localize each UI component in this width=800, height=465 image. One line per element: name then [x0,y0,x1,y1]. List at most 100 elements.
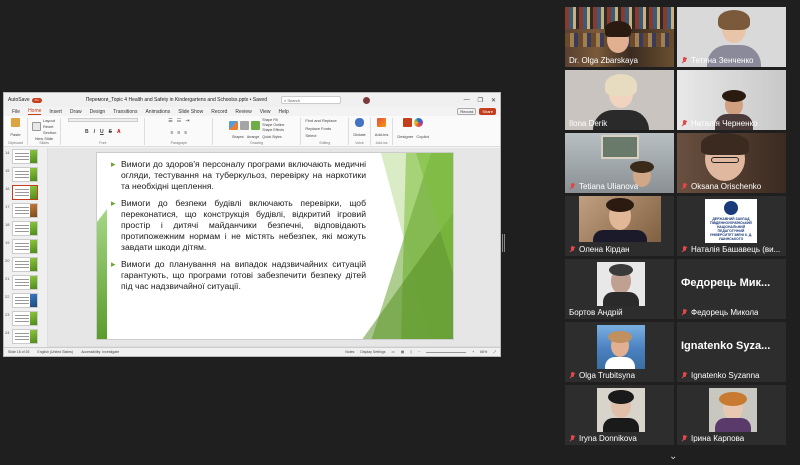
zoom-slider[interactable] [426,351,467,353]
layout-button[interactable]: Layout [43,118,56,123]
slide-thumbnail[interactable] [12,257,38,272]
copilot-icon[interactable] [414,118,424,127]
reset-button[interactable]: Reset [43,124,56,129]
addins-icon[interactable] [377,118,387,127]
tab-home[interactable]: Home [28,108,42,115]
indent-icon[interactable]: ⇥ [185,118,189,124]
chevron-down-icon[interactable]: ⌄ [669,451,677,462]
autosave-control[interactable]: AutoSave On [8,97,42,103]
participant-tile[interactable]: Ірина Карпова [677,385,786,445]
paste-icon[interactable] [10,118,20,127]
slide-thumbnail[interactable] [12,329,38,344]
slide-thumbnail[interactable] [12,239,38,254]
close-button[interactable]: ✕ [491,97,496,104]
justify-icon[interactable]: ≡ [184,130,187,136]
sorter-view-icon[interactable]: ▦ [401,350,404,354]
current-slide[interactable]: Вимоги до здоров'я персоналу програми вк… [96,152,454,340]
select-button[interactable]: Select [305,133,316,138]
quick-styles-label: Quick Styles [262,134,282,139]
tab-draw[interactable]: Draw [70,109,82,115]
bullets-icon[interactable]: ☰ [168,118,172,124]
zoom-in-icon[interactable]: + [472,350,474,354]
slide-thumbnail[interactable] [12,167,38,182]
fit-slide-icon[interactable]: ⤢ [493,350,496,354]
accessibility-indicator[interactable]: Accessibility: Investigate [81,350,119,354]
participant-tile[interactable]: Ignatenko Syza... Ignatenko Syzanna [677,322,786,382]
participant-tile[interactable]: Iryna Donnikova [565,385,674,445]
section-button[interactable]: Section [43,130,56,135]
slide-thumbnail[interactable] [12,293,38,308]
panel-resize-handle[interactable] [502,234,505,252]
participant-tile[interactable]: Dr. Olga Zbarskaya [565,7,674,67]
autosave-toggle[interactable]: On [31,97,42,103]
zoom-out-icon[interactable]: − [418,350,420,354]
font-color-icon[interactable]: A [117,129,121,135]
language-indicator[interactable]: English (United States) [37,350,73,354]
slide-thumbnail[interactable] [12,311,38,326]
record-button[interactable]: Record [457,108,477,115]
slide-thumbnail[interactable] [12,149,38,164]
slide-thumbnails-pane[interactable]: 14 15 16 17 18 19 20 21 22 23 24 [4,148,48,347]
participant-tile[interactable]: Федорець Мик... Федорець Микола [677,259,786,319]
tab-animations[interactable]: Animations [145,109,170,115]
tab-design[interactable]: Design [90,109,106,115]
align-center-icon[interactable]: ≡ [177,130,180,136]
arrange-label: Arrange [246,134,260,139]
designer-icon[interactable] [403,118,413,127]
tab-slide-show[interactable]: Slide Show [178,109,203,115]
new-slide-icon[interactable] [31,122,41,131]
tab-insert[interactable]: Insert [49,109,62,115]
shape-outline-button[interactable]: Shape Outline [262,123,284,127]
participant-tile[interactable]: Olga Trubitsyna [565,322,674,382]
slide-thumbnail[interactable] [12,203,38,218]
strikethrough-icon[interactable]: S [109,129,112,135]
align-left-icon[interactable]: ≡ [170,130,173,136]
tab-view[interactable]: View [260,109,271,115]
zoom-level[interactable]: 66% [480,350,487,354]
mic-off-icon [569,183,576,190]
reading-view-icon[interactable]: ▯ [410,350,412,354]
shape-effects-button[interactable]: Shape Effects [262,128,284,132]
ribbon-group-clipboard: Paste Clipboard [8,118,28,145]
shapes-icon[interactable] [229,120,239,130]
tab-help[interactable]: Help [278,109,288,115]
participant-tile[interactable]: Бортов Андрій [565,259,674,319]
ppt-title-bar: AutoSave On Перемоги_Topic 4 Health and … [4,93,500,107]
bold-icon[interactable]: B [85,129,89,135]
arrange-icon[interactable] [240,120,250,130]
tab-record[interactable]: Record [211,109,227,115]
dictate-icon[interactable] [355,118,365,127]
participant-tile[interactable]: Tetiana Ulianova [565,133,674,193]
participant-tile[interactable]: Ilona Derik [565,70,674,130]
tab-file[interactable]: File [12,109,20,115]
underline-icon[interactable]: U [100,129,104,135]
designer-label: Designer [397,133,414,139]
numbering-icon[interactable]: ☷ [177,118,181,124]
shape-fill-button[interactable]: Shape Fill [262,118,284,122]
participant-tile[interactable]: Тетяна Зенченко [677,7,786,67]
slide-thumbnail-selected[interactable] [12,185,38,200]
slide-text-body[interactable]: Вимоги до здоров'я персоналу програми вк… [111,159,366,298]
italic-icon[interactable]: I [94,129,95,135]
find-replace-button[interactable]: Find and Replace [305,118,336,123]
notes-button[interactable]: Notes [345,350,354,354]
display-settings-button[interactable]: Display Settings [360,350,385,354]
participant-tile[interactable]: ДЕРЖАВНИЙ ЗАКЛАД ПІВДЕННОУКРАЇНСЬКИЙ НАЦ… [677,196,786,256]
slide-bullet: Вимоги до безпеки будівлі включають пере… [111,198,366,253]
ppt-search-box[interactable]: ⌕ Search [280,96,341,104]
minimize-button[interactable]: — [464,97,470,104]
share-button[interactable]: Share [479,108,496,115]
participant-tile[interactable]: Олена Кірдан [565,196,674,256]
participant-tile[interactable]: Наталія Черненко [677,70,786,130]
maximize-button[interactable]: ❐ [478,97,483,104]
quick-styles-icon[interactable] [251,120,261,130]
replace-fonts-button[interactable]: Replace Fonts [305,126,331,131]
font-name-select[interactable] [67,118,138,122]
slide-thumbnail[interactable] [12,275,38,290]
user-avatar[interactable] [362,96,370,104]
participant-tile[interactable]: Oksana Orischenko [677,133,786,193]
slide-thumbnail[interactable] [12,221,38,236]
tab-transitions[interactable]: Transitions [113,109,137,115]
normal-view-icon[interactable]: ▭ [392,350,395,354]
tab-review[interactable]: Review [235,109,251,115]
